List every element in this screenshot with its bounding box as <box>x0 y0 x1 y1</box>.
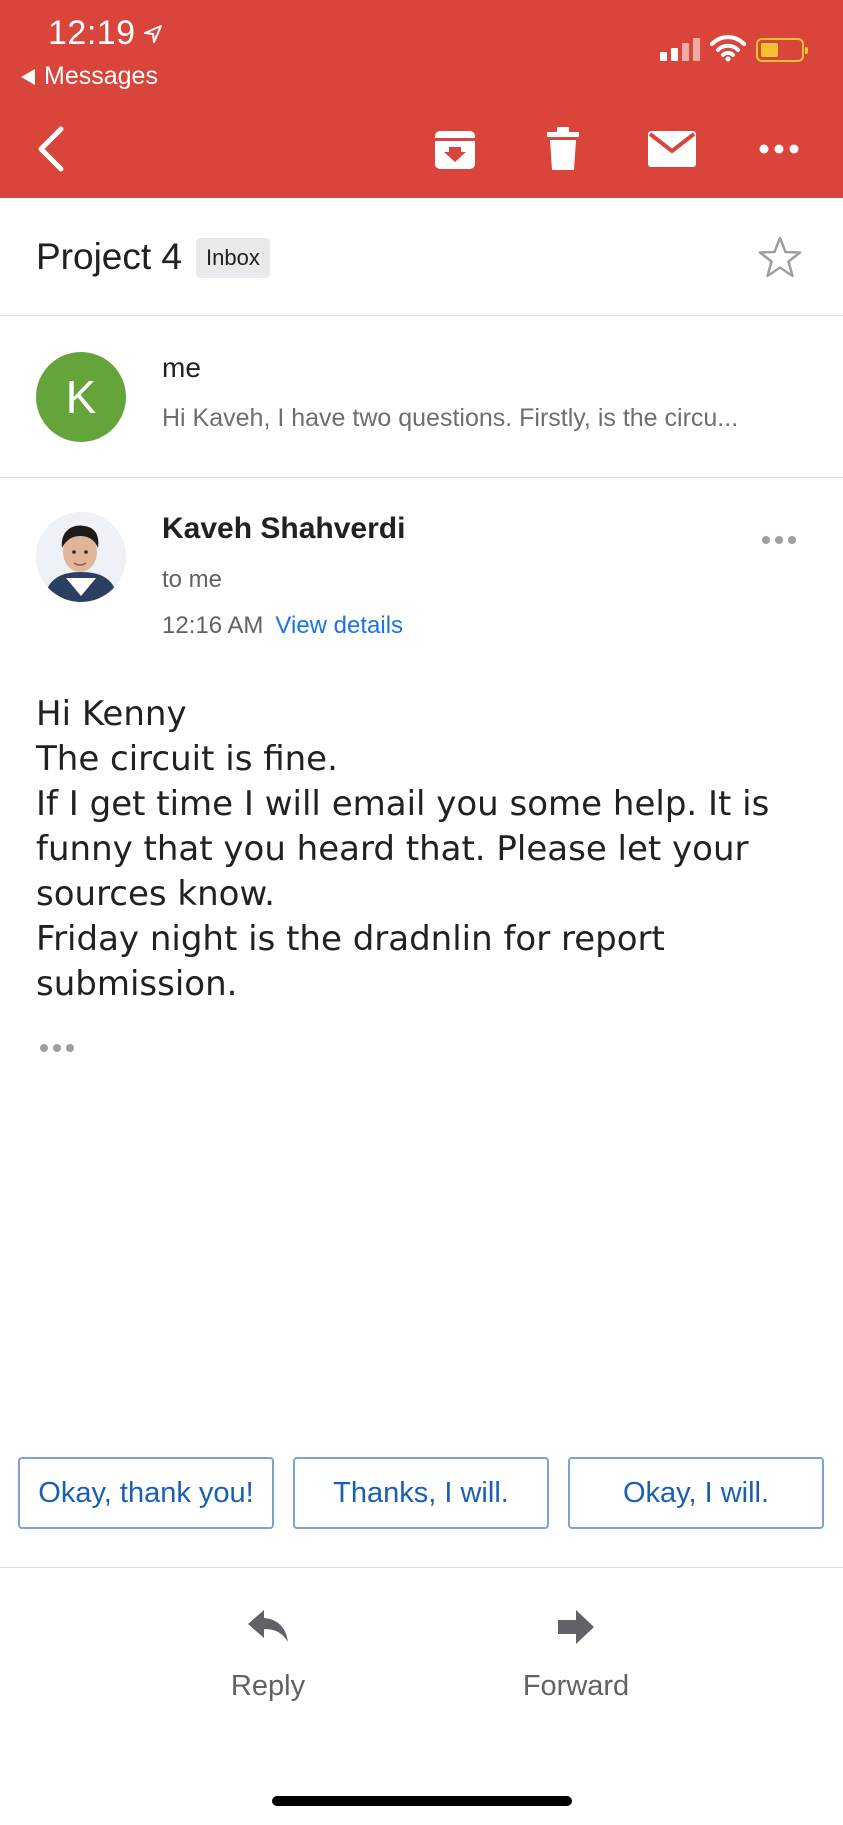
body-line: The circuit is fine. <box>36 739 338 779</box>
wifi-icon <box>710 35 746 62</box>
show-trimmed-content-button[interactable] <box>40 1044 74 1052</box>
dot <box>40 1044 48 1052</box>
dot <box>788 536 796 544</box>
trash-icon <box>547 127 579 170</box>
smart-reply-3[interactable]: Okay, I will. <box>568 1457 824 1529</box>
star-icon <box>758 236 802 278</box>
dot <box>53 1044 61 1052</box>
message-more-button[interactable] <box>762 536 796 544</box>
battery-icon <box>756 38 808 62</box>
body-line: If I get time I will email you some help… <box>36 784 770 914</box>
more-options-button[interactable] <box>754 124 804 174</box>
thread-subject: Project 4 <box>36 236 183 277</box>
collapsed-sender: me <box>162 352 201 383</box>
divider <box>0 1567 843 1568</box>
signal-icon <box>660 38 700 61</box>
back-to-messages[interactable]: Messages <box>20 62 158 91</box>
person-photo-icon <box>36 512 126 602</box>
home-indicator[interactable] <box>272 1796 572 1806</box>
collapsed-message[interactable] <box>0 316 843 477</box>
status-time: 12:19 <box>48 14 164 53</box>
star-button[interactable] <box>756 234 804 282</box>
body-line: Hi Kenny <box>36 694 187 734</box>
body-line: Friday night is the dradnlin for report … <box>36 919 665 1004</box>
archive-icon <box>435 131 475 169</box>
divider <box>0 477 843 478</box>
back-arrow-icon <box>38 126 64 172</box>
back-triangle-icon <box>21 68 35 85</box>
sender-avatar-photo <box>36 512 126 602</box>
avatar: K <box>36 352 126 442</box>
forward-button[interactable]: Forward <box>476 1608 676 1703</box>
message-snippet: Hi Kaveh, I have two questions. Firstly,… <box>162 404 739 432</box>
mark-unread-button[interactable] <box>646 124 698 174</box>
sender-name: Kaveh Shahverdi <box>162 512 406 545</box>
location-arrow-icon <box>143 24 162 43</box>
forward-label: Forward <box>522 1670 630 1702</box>
smart-reply-2[interactable]: Thanks, I will. <box>293 1457 549 1529</box>
back-button[interactable] <box>26 120 76 178</box>
message-meta: 12:16 AM View details <box>162 612 403 640</box>
message-time: 12:16 AM <box>162 612 264 639</box>
back-app-label: Messages <box>44 62 158 90</box>
view-details-link[interactable]: View details <box>275 612 403 640</box>
message-body: Hi Kenny The circuit is fine. If I get t… <box>36 692 796 1007</box>
reply-label: Reply <box>230 1670 306 1702</box>
more-icon <box>759 144 799 154</box>
reply-button[interactable]: Reply <box>168 1608 368 1703</box>
dot <box>775 536 783 544</box>
mail-icon <box>648 131 696 167</box>
dot <box>762 536 770 544</box>
forward-icon <box>558 1610 594 1644</box>
inbox-label-badge[interactable]: Inbox <box>196 238 270 278</box>
recipient-line[interactable]: to me <box>162 566 222 594</box>
dot <box>66 1044 74 1052</box>
smart-reply-1[interactable]: Okay, thank you! <box>18 1457 274 1529</box>
status-time-label: 12:19 <box>48 14 136 52</box>
archive-button[interactable] <box>430 124 480 174</box>
delete-button[interactable] <box>538 124 588 174</box>
reply-icon <box>248 1610 288 1642</box>
